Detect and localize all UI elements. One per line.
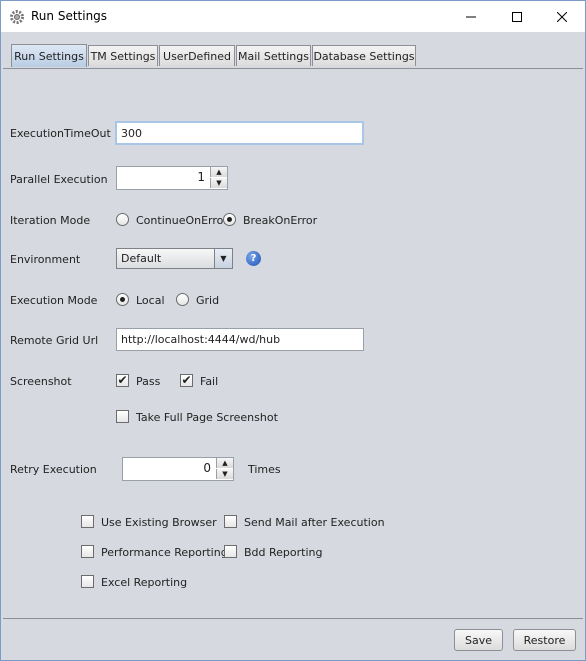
retry-times-label: Times (248, 463, 281, 476)
minimize-button[interactable] (448, 1, 494, 32)
retry-execution-label: Retry Execution (10, 463, 97, 476)
execution-mode-label: Execution Mode (10, 294, 98, 307)
excel-reporting-checkbox[interactable] (81, 575, 94, 588)
restore-button[interactable]: Restore (513, 629, 576, 651)
fail-label: Fail (200, 375, 219, 388)
local-radio[interactable] (116, 293, 129, 306)
retry-execution-spinner[interactable]: 0 ▲ ▼ (122, 457, 234, 481)
close-button[interactable] (539, 1, 585, 32)
execution-timeout-label: ExecutionTimeOut (10, 127, 111, 140)
use-existing-browser-label: Use Existing Browser (101, 516, 217, 529)
title-bar[interactable]: Run Settings (1, 1, 585, 32)
break-on-error-radio[interactable] (223, 213, 236, 226)
continue-on-error-radio[interactable] (116, 213, 129, 226)
spinner-up-icon[interactable]: ▲ (216, 458, 233, 468)
fail-checkbox[interactable]: ✔ (180, 374, 193, 387)
tab-userdefined[interactable]: UserDefined (159, 45, 235, 66)
full-page-screenshot-checkbox[interactable] (116, 410, 129, 423)
spinner-up-icon[interactable]: ▲ (210, 167, 227, 177)
run-settings-window: Run Settings Run Settings TM Settings Us… (0, 0, 586, 661)
help-icon[interactable]: ? (246, 251, 261, 266)
tab-mail-settings[interactable]: Mail Settings (236, 45, 311, 66)
tab-tm-settings[interactable]: TM Settings (88, 45, 158, 66)
parallel-execution-label: Parallel Execution (10, 173, 108, 186)
gear-icon (10, 10, 24, 24)
execution-timeout-input[interactable]: 300 (115, 121, 364, 145)
screenshot-label: Screenshot (10, 375, 72, 388)
maximize-icon (512, 11, 522, 22)
send-mail-label: Send Mail after Execution (244, 516, 385, 529)
break-on-error-label: BreakOnError (243, 214, 318, 227)
maximize-button[interactable] (494, 1, 540, 32)
grid-label: Grid (196, 294, 220, 307)
continue-on-error-label: ContinueOnError (136, 214, 228, 227)
environment-dropdown[interactable]: Default ▼ (116, 248, 233, 269)
minimize-icon (466, 16, 476, 17)
parallel-execution-value: 1 (197, 170, 205, 184)
spinner-down-icon[interactable]: ▼ (216, 469, 233, 479)
performance-reporting-checkbox[interactable] (81, 545, 94, 558)
tab-database-settings[interactable]: Database Settings (312, 45, 416, 66)
full-page-screenshot-label: Take Full Page Screenshot (136, 411, 278, 424)
remote-grid-url-input[interactable]: http://localhost:4444/wd/hub (116, 328, 364, 351)
remote-grid-url-label: Remote Grid Url (10, 334, 99, 347)
parallel-execution-spinner[interactable]: 1 ▲ ▼ (116, 166, 228, 190)
performance-reporting-label: Performance Reporting (101, 546, 228, 559)
iteration-mode-label: Iteration Mode (10, 214, 91, 227)
footer-bar: Save Restore (3, 618, 583, 659)
chevron-down-icon[interactable]: ▼ (214, 249, 232, 268)
close-icon (557, 11, 567, 22)
retry-execution-value: 0 (203, 461, 211, 475)
use-existing-browser-checkbox[interactable] (81, 515, 94, 528)
pass-label: Pass (136, 375, 161, 388)
environment-label: Environment (10, 253, 81, 266)
save-button[interactable]: Save (454, 629, 503, 651)
pass-checkbox[interactable]: ✔ (116, 374, 129, 387)
bdd-reporting-checkbox[interactable] (224, 545, 237, 558)
window-title: Run Settings (31, 9, 108, 23)
environment-value: Default (121, 252, 162, 265)
grid-radio[interactable] (176, 293, 189, 306)
tab-run-settings[interactable]: Run Settings (11, 44, 87, 67)
run-settings-panel: ExecutionTimeOut 300 Parallel Execution … (3, 68, 583, 617)
excel-reporting-label: Excel Reporting (101, 576, 188, 589)
bdd-reporting-label: Bdd Reporting (244, 546, 323, 559)
local-label: Local (136, 294, 165, 307)
send-mail-checkbox[interactable] (224, 515, 237, 528)
spinner-down-icon[interactable]: ▼ (210, 178, 227, 188)
